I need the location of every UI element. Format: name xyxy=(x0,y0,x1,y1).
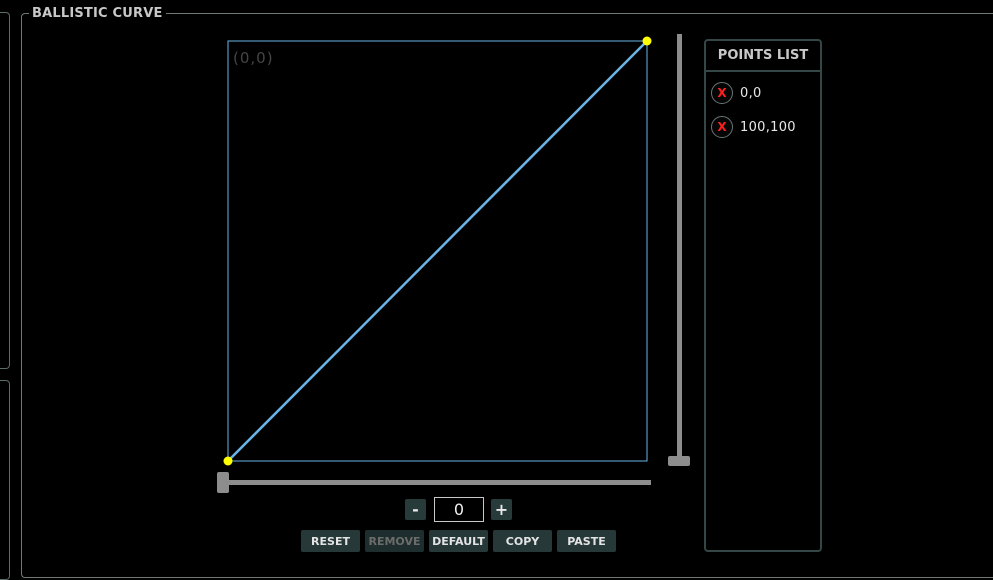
points-list-panel: POINTS LIST X 0,0 X 100,100 xyxy=(704,39,822,552)
default-button[interactable]: DEFAULT xyxy=(429,530,488,552)
point-row: X 0,0 xyxy=(711,81,762,105)
decrement-button[interactable]: - xyxy=(405,499,426,520)
horizontal-slider-track[interactable] xyxy=(226,480,651,485)
vertical-slider-thumb[interactable] xyxy=(668,456,690,466)
vertical-slider-track[interactable] xyxy=(677,34,682,456)
panel-title: BALLISTIC CURVE xyxy=(29,6,166,21)
points-list-title: POINTS LIST xyxy=(706,41,820,72)
value-input[interactable]: 0 xyxy=(434,497,484,522)
paste-button[interactable]: PASTE xyxy=(557,530,616,552)
curve-point[interactable] xyxy=(642,36,652,46)
point-row: X 100,100 xyxy=(711,115,796,139)
delete-point-icon[interactable]: X xyxy=(711,82,733,104)
curve-graph[interactable]: (0,0) xyxy=(220,34,660,466)
remove-button[interactable]: REMOVE xyxy=(365,530,424,552)
point-value: 100,100 xyxy=(740,119,796,135)
curve-line xyxy=(227,40,648,462)
curve-point[interactable] xyxy=(223,456,233,466)
origin-label: (0,0) xyxy=(233,49,274,67)
horizontal-slider-thumb[interactable] xyxy=(217,472,229,493)
point-value: 0,0 xyxy=(740,85,762,101)
increment-button[interactable]: + xyxy=(491,499,512,520)
reset-button[interactable]: RESET xyxy=(301,530,360,552)
left-panel-bottom xyxy=(0,380,10,580)
delete-point-icon[interactable]: X xyxy=(711,116,733,138)
curve-canvas[interactable] xyxy=(220,34,660,466)
copy-button[interactable]: COPY xyxy=(493,530,552,552)
left-panel-top xyxy=(0,12,10,369)
